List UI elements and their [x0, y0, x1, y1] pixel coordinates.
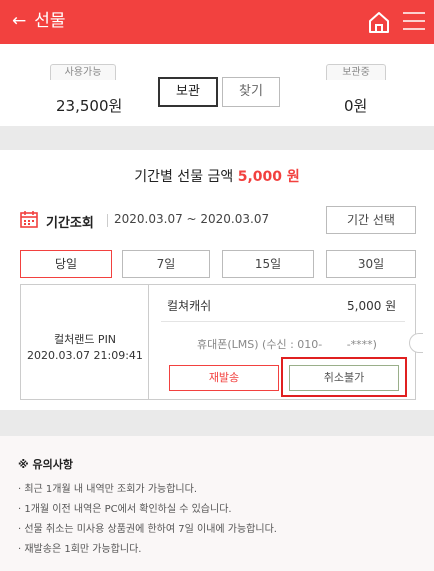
- period-total-label: 기간별 선물 금액: [134, 169, 234, 185]
- tab-7days[interactable]: 7일: [122, 250, 210, 278]
- notice-item: · 재발송은 1회만 가능합니다.: [18, 544, 142, 555]
- available-label: 사용가능: [50, 64, 116, 80]
- notice-section: ※ 유의사항 · 최근 1개월 내 내역만 조회가 가능합니다. · 1개월 이…: [0, 436, 434, 571]
- section-divider: [0, 126, 434, 150]
- period-query-label: 기간조회: [46, 216, 94, 231]
- highlight-box: [281, 357, 407, 397]
- storage-section: 사용가능 23,500원 보관 찾기 보관중 0원: [0, 44, 434, 126]
- period-total-amount: 5,000 원: [237, 169, 300, 185]
- menu-icon[interactable]: [403, 11, 425, 31]
- gift-history-item: 컬처랜드 PIN 2020.03.07 21:09:41 컬쳐캐쉬 5,000 …: [20, 284, 423, 400]
- ticket-notch-icon: [409, 333, 423, 353]
- period-select-button[interactable]: 기간 선택: [326, 206, 416, 234]
- recipient-info: 휴대폰(LMS) (수신 : 010- -****): [197, 338, 377, 351]
- calendar-icon: [20, 211, 38, 228]
- period-range: 2020.03.07 ~ 2020.03.07: [114, 212, 270, 226]
- notice-item: · 선물 취소는 미사용 상품권에 한하여 7일 이내에 가능합니다.: [18, 524, 277, 535]
- item-name: 컬처랜드 PIN: [53, 333, 117, 346]
- stored-label: 보관중: [326, 64, 386, 80]
- resend-button[interactable]: 재발송: [169, 365, 279, 391]
- back-button[interactable]: ← 선물: [12, 9, 66, 33]
- tab-today[interactable]: 당일: [20, 250, 112, 278]
- available-amount: 23,500원: [56, 97, 123, 115]
- period-query-row: 기간조회 2020.03.07 ~ 2020.03.07 기간 선택: [20, 206, 420, 234]
- notice-item: · 최근 1개월 내 내역만 조회가 가능합니다.: [18, 484, 197, 495]
- store-button[interactable]: 보관: [158, 77, 218, 107]
- back-arrow-icon: ←: [12, 11, 27, 31]
- period-total-title: 기간별 선물 금액 5,000 원: [0, 166, 434, 186]
- tab-15days[interactable]: 15일: [222, 250, 314, 278]
- top-header: ← 선물: [0, 0, 434, 44]
- section-divider-2: [0, 410, 434, 436]
- period-tabs: 당일 7일 15일 30일: [20, 250, 416, 278]
- stored-amount: 0원: [344, 97, 368, 115]
- period-separator: [107, 214, 108, 227]
- header-title: 선물: [34, 11, 66, 31]
- find-button[interactable]: 찾기: [222, 77, 280, 107]
- notice-item: · 1개월 이전 내역은 PC에서 확인하실 수 있습니다.: [18, 504, 232, 515]
- gift-history-card: 기간별 선물 금액 5,000 원 기간조회 2020.03.07 ~ 2020…: [0, 150, 434, 410]
- item-datetime: 2020.03.07 21:09:41: [27, 349, 143, 362]
- tab-30days[interactable]: 30일: [326, 250, 416, 278]
- notice-title: ※ 유의사항: [18, 458, 74, 471]
- item-row-divider: [161, 321, 405, 322]
- item-info-cell: 컬처랜드 PIN 2020.03.07 21:09:41: [21, 285, 149, 399]
- product-name: 컬쳐캐쉬: [167, 299, 212, 313]
- product-price: 5,000 원: [347, 299, 397, 313]
- home-icon[interactable]: [368, 10, 390, 34]
